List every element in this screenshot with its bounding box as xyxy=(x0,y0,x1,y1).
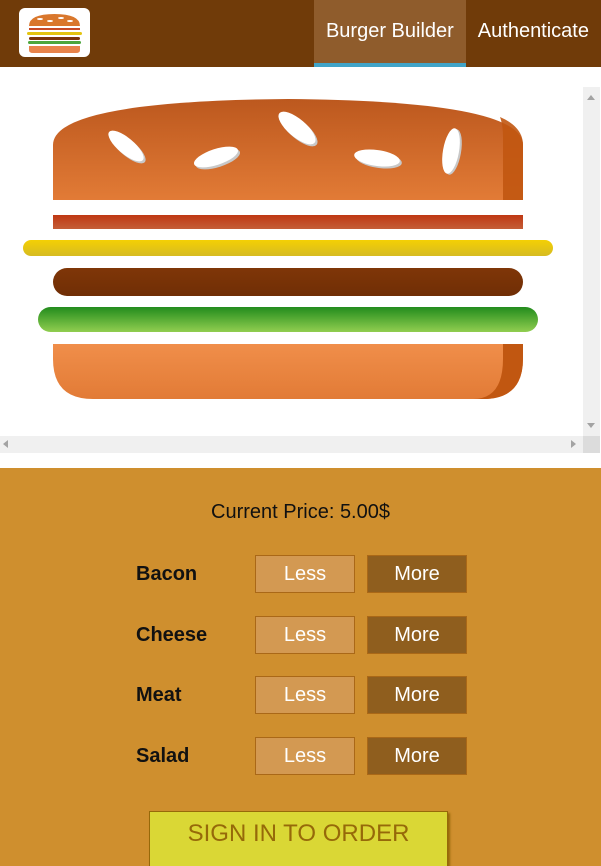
control-meat: Meat Less More xyxy=(136,676,476,714)
toolbar: Burger Builder Authenticate xyxy=(0,0,601,67)
scroll-down-icon[interactable] xyxy=(587,423,595,428)
scroll-right-icon[interactable] xyxy=(571,440,576,448)
more-cheese-button[interactable]: More xyxy=(367,616,467,654)
control-cheese: Cheese Less More xyxy=(136,616,476,654)
bacon-layer xyxy=(53,215,523,229)
more-meat-button[interactable]: More xyxy=(367,676,467,714)
order-button[interactable]: SIGN IN TO ORDER xyxy=(149,811,448,866)
control-salad: Salad Less More xyxy=(136,737,476,775)
burger-logo[interactable] xyxy=(19,8,90,57)
nav-burger-builder[interactable]: Burger Builder xyxy=(313,0,466,67)
main-nav: Burger Builder Authenticate xyxy=(313,0,601,67)
current-price: Current Price: 5.00$ xyxy=(0,501,601,524)
scrollbar-corner xyxy=(583,436,600,453)
bread-top xyxy=(53,99,523,200)
control-label: Bacon xyxy=(136,563,198,585)
scroll-up-icon[interactable] xyxy=(587,95,595,100)
control-bacon: Bacon Less More xyxy=(136,555,476,593)
burger-logo-icon xyxy=(27,14,82,53)
control-label: Cheese xyxy=(136,624,208,646)
bread-bottom xyxy=(53,344,523,399)
less-cheese-button[interactable]: Less xyxy=(255,616,355,654)
price-label: Current Price: xyxy=(211,501,335,523)
vertical-scrollbar[interactable] xyxy=(583,87,600,436)
salad-layer xyxy=(38,307,538,332)
less-salad-button[interactable]: Less xyxy=(255,737,355,775)
more-salad-button[interactable]: More xyxy=(367,737,467,775)
control-label: Salad xyxy=(136,745,190,767)
burger-preview xyxy=(0,67,601,456)
cheese-layer xyxy=(23,240,553,256)
control-label: Meat xyxy=(136,684,182,706)
more-bacon-button[interactable]: More xyxy=(367,555,467,593)
build-controls: Current Price: 5.00$ Bacon Less More Che… xyxy=(0,468,601,866)
less-bacon-button[interactable]: Less xyxy=(255,555,355,593)
less-meat-button[interactable]: Less xyxy=(255,676,355,714)
burger-illustration xyxy=(23,99,553,399)
scroll-left-icon[interactable] xyxy=(3,440,8,448)
price-value: 5.00$ xyxy=(339,501,390,523)
meat-layer xyxy=(53,268,523,296)
horizontal-scrollbar[interactable] xyxy=(0,436,583,453)
nav-authenticate[interactable]: Authenticate xyxy=(466,0,601,67)
